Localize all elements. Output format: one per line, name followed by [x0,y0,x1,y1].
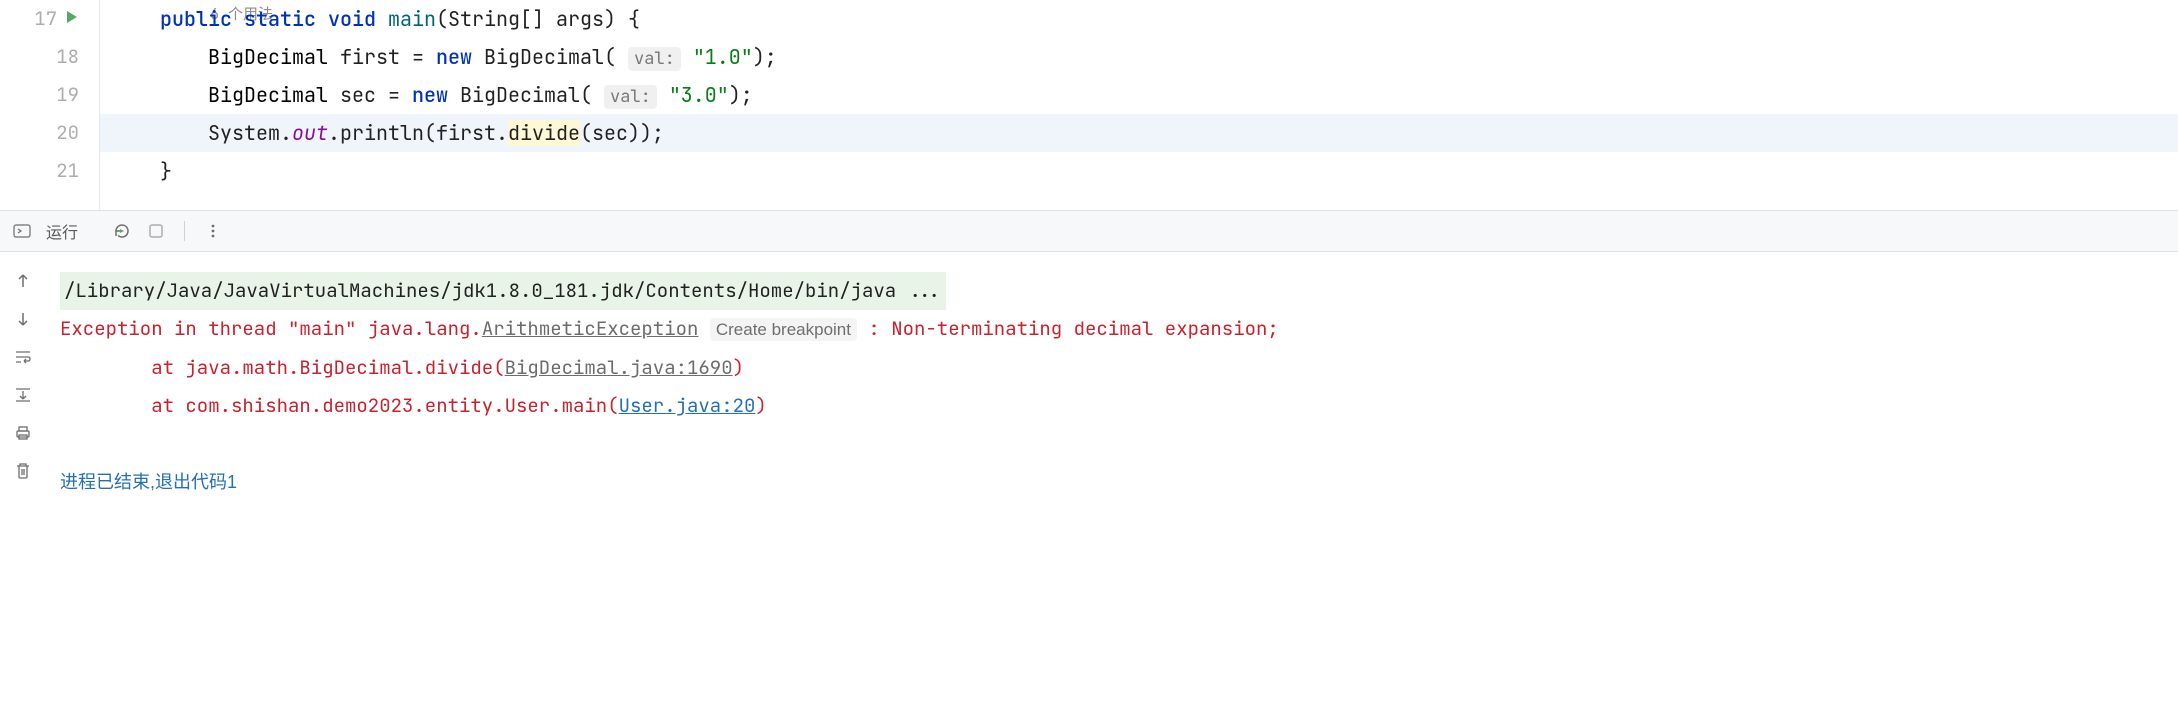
rerun-icon[interactable] [112,221,132,241]
run-sidebar [0,252,46,521]
gutter-line-21[interactable]: 21 [0,152,79,190]
code-area[interactable]: 6 个用法 public static void main(String[] a… [100,0,2178,210]
line-number: 20 [56,114,79,152]
console-command: /Library/Java/JavaVirtualMachines/jdk1.8… [60,272,2164,310]
trash-icon[interactable] [12,460,34,482]
console-stack-1: at java.math.BigDecimal.divide(BigDecima… [60,349,2164,387]
stack-link-1[interactable]: BigDecimal.java:1690 [505,355,733,380]
code-line-18[interactable]: BigDecimal first = new BigDecimal( val: … [100,38,2178,76]
gutter-line-18[interactable]: 18 [0,38,79,76]
run-label: 运行 [46,219,78,243]
code-line-17[interactable]: public static void main(String[] args) { [100,0,2178,38]
code-line-21[interactable]: } [100,152,2178,190]
line-number: 17 [34,0,57,38]
console-stack-2: at com.shishan.demo2023.entity.User.main… [60,387,2164,425]
scroll-to-end-icon[interactable] [12,384,34,406]
line-number: 18 [56,38,79,76]
more-icon[interactable] [203,221,223,241]
gutter: 17 18 19 20 21 [0,0,100,210]
gutter-line-17[interactable]: 17 [0,0,79,38]
console-exit-message: 进程已结束,退出代码1 [60,463,2164,501]
print-icon[interactable] [12,422,34,444]
run-toolbar: 运行 [0,210,2178,252]
code-line-20[interactable]: System.out.println(first.divide(sec)); [100,114,2178,152]
editor-pane: 17 18 19 20 21 6 个用法 public static void … [0,0,2178,210]
run-panel: /Library/Java/JavaVirtualMachines/jdk1.8… [0,252,2178,521]
console-output[interactable]: /Library/Java/JavaVirtualMachines/jdk1.8… [46,252,2178,521]
run-gutter-icon[interactable] [65,0,79,38]
toolbar-separator [184,221,185,241]
code-line-19[interactable]: BigDecimal sec = new BigDecimal( val: "3… [100,76,2178,114]
line-number: 21 [56,152,79,190]
stack-link-2[interactable]: User.java:20 [619,393,756,418]
soft-wrap-icon[interactable] [12,346,34,368]
up-arrow-icon[interactable] [12,270,34,292]
down-arrow-icon[interactable] [12,308,34,330]
stop-icon[interactable] [146,221,166,241]
exception-class-link[interactable]: ArithmeticException [482,316,699,341]
create-breakpoint-hint[interactable]: Create breakpoint [710,318,857,341]
line-number: 19 [56,76,79,114]
gutter-line-20[interactable]: 20 [0,114,79,152]
console-exception: Exception in thread "main" java.lang.Ari… [60,310,2164,349]
gutter-line-19[interactable]: 19 [0,76,79,114]
run-tool-window-icon[interactable] [12,221,32,241]
